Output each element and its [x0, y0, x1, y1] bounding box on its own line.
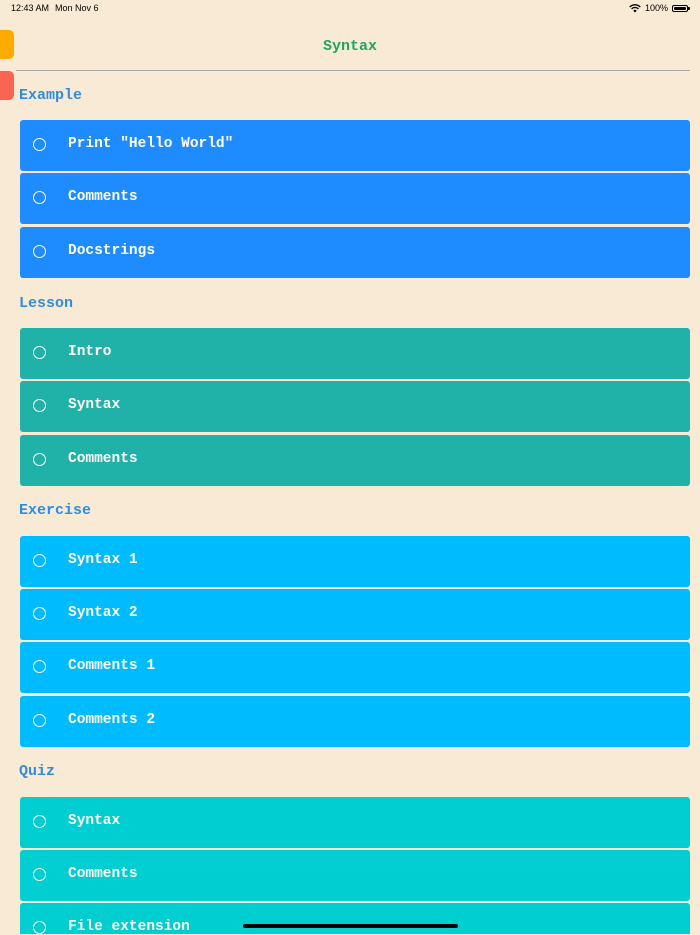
list-item-lesson[interactable]: Syntax	[20, 381, 690, 432]
list-item-exercise[interactable]: Comments 1	[20, 642, 690, 693]
radio-icon	[33, 346, 46, 359]
list-item-lesson[interactable]: Intro	[20, 328, 690, 379]
radio-icon	[33, 868, 46, 881]
list-item-exercise[interactable]: Syntax 2	[20, 589, 690, 640]
list-item-lesson[interactable]: Comments	[20, 435, 690, 486]
radio-icon	[33, 714, 46, 727]
list-item-label: Syntax	[68, 813, 121, 829]
list-item-label: Syntax	[68, 397, 121, 413]
list-item-label: Comments	[68, 189, 138, 205]
section-title-example: Example	[19, 87, 83, 104]
list-item-example[interactable]: Docstrings	[20, 227, 690, 278]
list-item-quiz[interactable]: Syntax	[20, 797, 690, 848]
list-item-label: Comments	[68, 451, 138, 467]
radio-icon	[33, 191, 46, 204]
list-item-label: Syntax 1	[68, 552, 138, 568]
home-indicator[interactable]	[243, 924, 458, 928]
list-item-label: Comments 2	[68, 712, 156, 728]
list-item-exercise[interactable]: Comments 2	[20, 696, 690, 747]
list-item-quiz[interactable]: Comments	[20, 850, 690, 901]
list-item-example[interactable]: Print "Hello World"	[20, 120, 690, 171]
list-item-label: File extension	[68, 919, 190, 935]
list-item-label: Docstrings	[68, 243, 156, 259]
radio-icon	[33, 607, 46, 620]
radio-icon	[33, 245, 46, 258]
list-item-label: Comments	[68, 866, 138, 882]
radio-icon	[33, 138, 46, 151]
content-list: Example Print "Hello World" Comments Doc…	[0, 0, 700, 935]
list-item-label: Comments 1	[68, 658, 156, 674]
radio-icon	[33, 399, 46, 412]
radio-icon	[33, 453, 46, 466]
section-title-lesson: Lesson	[19, 295, 74, 312]
section-title-quiz: Quiz	[19, 763, 56, 780]
list-item-quiz[interactable]: File extension	[20, 903, 690, 935]
list-item-exercise[interactable]: Syntax 1	[20, 536, 690, 587]
list-item-label: Print "Hello World"	[68, 136, 234, 152]
list-item-label: Syntax 2	[68, 605, 138, 621]
section-title-exercise: Exercise	[19, 502, 92, 519]
list-item-example[interactable]: Comments	[20, 173, 690, 224]
list-item-label: Intro	[68, 344, 112, 360]
radio-icon	[33, 815, 46, 828]
radio-icon	[33, 554, 46, 567]
radio-icon	[33, 660, 46, 673]
radio-icon	[33, 921, 46, 934]
